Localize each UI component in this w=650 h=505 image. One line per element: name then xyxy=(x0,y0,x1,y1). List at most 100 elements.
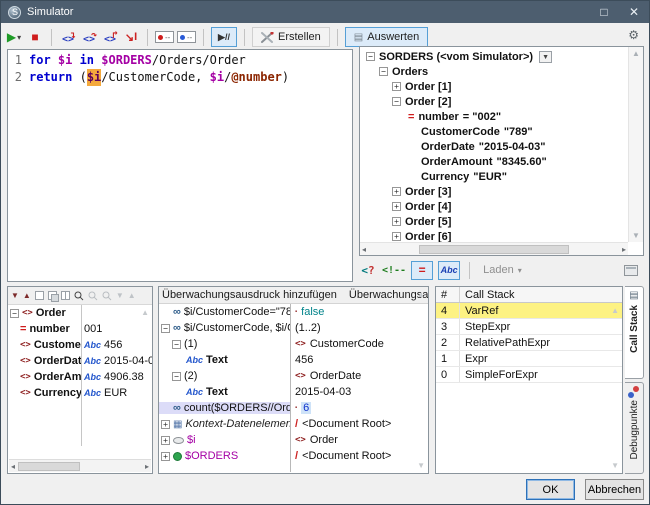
title-bar[interactable]: Simulator □ ✕ xyxy=(1,1,649,23)
locals-row[interactable]: <> CustomerCode Abc456 xyxy=(8,337,152,353)
collapse-icon[interactable]: − xyxy=(10,309,19,318)
expand-icon[interactable]: + xyxy=(392,187,401,196)
tree-row[interactable]: + Order [1] xyxy=(364,79,628,94)
xml-declaration-button[interactable]: <? xyxy=(359,260,377,280)
step-down-icon[interactable]: ▼ xyxy=(11,291,19,300)
columns-icon[interactable] xyxy=(61,291,70,300)
watch-row-selected[interactable]: ∞ count($ORDERS//Order) ▪ 6 xyxy=(159,400,428,416)
horizontal-scrollbar[interactable]: ◂ ▸ xyxy=(9,459,151,472)
collapse-icon[interactable]: − xyxy=(172,340,181,349)
watch-row[interactable]: ∞ $i/CustomerCode="789" ▪ false xyxy=(159,304,428,320)
scroll-up-icon[interactable]: ▲ xyxy=(417,290,425,299)
gear-icon[interactable]: ⚙ xyxy=(628,28,639,42)
collapse-icon[interactable]: − xyxy=(172,372,181,381)
scroll-down-icon[interactable]: ▼ xyxy=(632,231,640,240)
column-divider[interactable] xyxy=(81,305,82,446)
nav-down-icon[interactable]: ▼ xyxy=(116,291,124,300)
scroll-up-icon[interactable]: ▲ xyxy=(141,308,149,317)
tree-row[interactable]: Currency "EUR" xyxy=(364,169,628,184)
call-stack-row-selected[interactable]: 4 VarRef xyxy=(436,303,622,319)
insert-breakpoint-button[interactable]: -- xyxy=(155,27,174,47)
copy-icon[interactable] xyxy=(35,291,44,300)
expand-icon[interactable]: + xyxy=(161,436,170,445)
collapse-icon[interactable]: − xyxy=(366,52,375,61)
run-to-cursor-button[interactable]: ↘ I xyxy=(122,27,140,47)
expand-icon[interactable]: + xyxy=(392,202,401,211)
laden-dropdown-button[interactable]: Laden ▾ xyxy=(479,264,526,276)
scroll-right-icon[interactable]: ▸ xyxy=(622,245,626,254)
call-stack-row[interactable]: 0 SimpleForExpr xyxy=(436,367,622,383)
step-into-button[interactable]: <> ↴ xyxy=(59,27,77,47)
call-stack-row[interactable]: 3 StepExpr xyxy=(436,319,622,335)
expand-icon[interactable]: + xyxy=(161,452,170,461)
tree-row[interactable]: = number = "002" xyxy=(364,109,628,124)
scrollbar-thumb[interactable] xyxy=(18,462,80,471)
call-stack-row[interactable]: 1 Expr xyxy=(436,351,622,367)
insert-tracepoint-button[interactable]: -- xyxy=(177,27,196,47)
copy-subtree-icon[interactable] xyxy=(48,291,57,300)
tree-row[interactable]: + Order [3] xyxy=(364,184,628,199)
tree-row[interactable]: OrderDate "2015-04-03" xyxy=(364,139,628,154)
vertical-scrollbar[interactable]: ▲ ▼ xyxy=(628,47,643,242)
expand-icon[interactable]: + xyxy=(392,232,401,241)
watch-row[interactable]: + $ORDERS / <Document Root> xyxy=(159,448,428,464)
nav-up-icon[interactable]: ▲ xyxy=(128,291,136,300)
scroll-left-icon[interactable]: ◂ xyxy=(362,245,366,254)
stop-debugger-button[interactable]: ■ xyxy=(26,27,44,47)
tree-row[interactable]: + Order [4] xyxy=(364,199,628,214)
watch-row[interactable]: Abc Text 2015-04-03 xyxy=(159,384,428,400)
watch-row[interactable]: Abc Text 456 xyxy=(159,352,428,368)
locals-row[interactable]: <> Currency AbcEUR xyxy=(8,385,152,401)
add-watch-button[interactable]: Überwachungsausdruck hinzufügen xyxy=(162,289,337,301)
maximize-button[interactable]: □ xyxy=(589,1,619,23)
scrollbar-thumb[interactable] xyxy=(419,245,569,254)
open-in-window-icon[interactable] xyxy=(624,265,638,276)
horizontal-scrollbar[interactable]: ◂ ▸ xyxy=(360,242,628,255)
watch-row[interactable]: + ▦ Kontext-Datenelement / <Document Roo… xyxy=(159,416,428,432)
source-dropdown-button[interactable]: ▼ xyxy=(539,51,552,63)
tree-row[interactable]: − Order [2] xyxy=(364,94,628,109)
watch-row[interactable]: + $i <> Order xyxy=(159,432,428,448)
tree-row[interactable]: CustomerCode "789" xyxy=(364,124,628,139)
scroll-right-icon[interactable]: ▸ xyxy=(145,462,149,471)
scroll-up-icon[interactable]: ▲ xyxy=(611,306,619,315)
scroll-down-icon[interactable]: ▼ xyxy=(611,461,619,470)
search-next-icon[interactable] xyxy=(88,291,98,301)
close-button[interactable]: ✕ xyxy=(619,1,649,23)
tree-row[interactable]: OrderAmount "8345.60" xyxy=(364,154,628,169)
erstellen-button[interactable]: Erstellen xyxy=(252,27,330,47)
column-divider[interactable] xyxy=(290,304,291,472)
tree-row[interactable]: + Order [5] xyxy=(364,214,628,229)
comment-button[interactable]: <!-- xyxy=(382,260,406,280)
locals-row[interactable]: <> OrderAmount Abc4906.38 xyxy=(8,369,152,385)
start-debugger-button[interactable]: ▶ ▾ xyxy=(5,27,23,47)
step-up-icon[interactable]: ▲ xyxy=(23,291,31,300)
collapse-icon[interactable]: − xyxy=(161,324,170,333)
scroll-left-icon[interactable]: ◂ xyxy=(11,462,15,471)
collapse-icon[interactable]: − xyxy=(392,97,401,106)
tree-row[interactable]: + Order [6] xyxy=(364,229,628,242)
auswerten-button[interactable]: ▤ Auswerten xyxy=(345,27,428,47)
show-attributes-toggle[interactable]: = xyxy=(411,261,433,280)
tree-row[interactable]: − SORDERS (<vom Simulator>) ▼ xyxy=(364,49,628,64)
xquery-editor[interactable]: 1 for $i in $ORDERS /Orders/Order 2 retu… xyxy=(7,49,353,282)
watch-row[interactable]: − ∞ $i/CustomerCode, $i/OrderDate (1..2) xyxy=(159,320,428,336)
expand-icon[interactable]: + xyxy=(392,82,401,91)
call-stack-row[interactable]: 2 RelativePathExpr xyxy=(436,335,622,351)
expand-icon[interactable]: + xyxy=(161,420,170,429)
collapse-icon[interactable]: − xyxy=(379,67,388,76)
locals-row[interactable]: − <> Order xyxy=(8,305,152,321)
locals-row[interactable]: <> OrderDate Abc2015-04-04 xyxy=(8,353,152,369)
locals-row[interactable]: = number 001 xyxy=(8,321,152,337)
step-out-button[interactable]: <> ↱ xyxy=(101,27,119,47)
expand-icon[interactable]: + xyxy=(392,217,401,226)
watch-row[interactable]: − (1) <> CustomerCode xyxy=(159,336,428,352)
scroll-down-icon[interactable]: ▼ xyxy=(417,461,425,470)
tree-row[interactable]: − Orders xyxy=(364,64,628,79)
search-prev-icon[interactable] xyxy=(102,291,112,301)
trace-window-toggle[interactable]: ▶// xyxy=(211,27,237,47)
cancel-button[interactable]: Abbrechen xyxy=(585,479,644,500)
watch-row[interactable]: − (2) <> OrderDate xyxy=(159,368,428,384)
tab-debugpunkte[interactable]: Debugpunkte xyxy=(625,382,644,475)
show-text-toggle[interactable]: Abc xyxy=(438,261,460,280)
